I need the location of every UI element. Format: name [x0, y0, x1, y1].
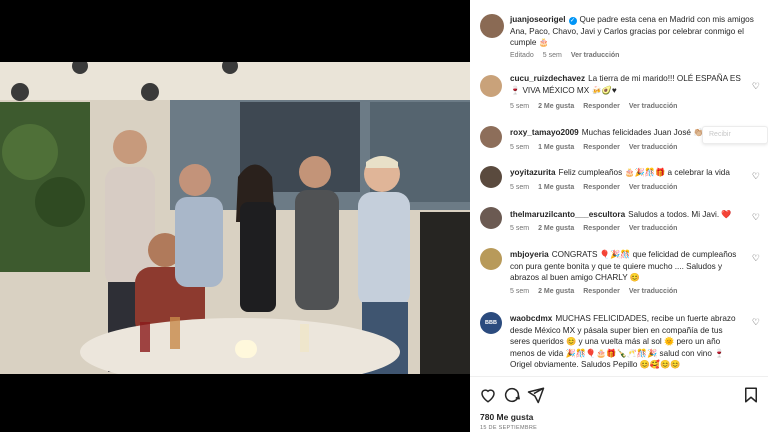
comment-icon[interactable] — [503, 386, 521, 404]
post-time: 5 sem — [542, 52, 562, 59]
post-actions-bar: 780 Me gusta 15 DE SEPTIEMBRE — [470, 376, 768, 432]
comment-time: 5 sem — [510, 184, 530, 191]
reply-button[interactable]: Responder — [583, 103, 620, 110]
avatar-logo-text: BBB — [485, 320, 497, 326]
comment-text: Feliz cumpleaños 🎂🎉🎊🎁 a celebrar la vida — [558, 168, 730, 177]
share-icon[interactable] — [527, 386, 545, 404]
likes-count[interactable]: 780 Me gusta — [480, 412, 533, 422]
comment-likes[interactable]: 2 Me gusta — [538, 225, 574, 232]
comments-scroll-area[interactable]: juanjoseorigel ✓ Que padre esta cena en Ma… — [470, 0, 768, 376]
comment-avatar[interactable] — [480, 166, 502, 188]
like-comment-icon[interactable]: ♡ — [752, 171, 760, 182]
comment-time: 5 sem — [510, 103, 530, 110]
like-comment-icon[interactable]: ♡ — [752, 212, 760, 223]
comment-avatar[interactable] — [480, 126, 502, 148]
verified-icon: ✓ — [568, 17, 577, 25]
comment-username[interactable]: yoyitazurita — [510, 168, 556, 177]
tooltip-popup: Recibir — [702, 126, 768, 144]
comment-username[interactable]: thelmaruzilcanto___escultora — [510, 210, 625, 219]
comment-likes[interactable]: 1 Me gusta — [538, 184, 574, 191]
reply-button[interactable]: Responder — [583, 144, 620, 151]
reply-button[interactable]: Responder — [583, 184, 620, 191]
comment-username[interactable]: waobcdmx — [510, 314, 552, 323]
comment-time: 5 sem — [510, 225, 530, 232]
comment-username[interactable]: roxy_tamayo2009 — [510, 128, 579, 137]
author-avatar[interactable] — [480, 14, 504, 38]
comment-time: 5 sem — [510, 288, 530, 295]
like-comment-icon[interactable]: ♡ — [752, 81, 760, 92]
post-date: 15 DE SEPTIEMBRE — [480, 425, 538, 431]
comment-likes[interactable]: 2 Me gusta — [538, 103, 574, 110]
like-comment-icon[interactable]: ♡ — [752, 253, 760, 264]
bookmark-icon[interactable] — [742, 386, 760, 404]
photo-pane — [0, 0, 470, 432]
see-translation-link[interactable]: Ver traducción — [629, 103, 678, 110]
comment-likes[interactable]: 2 Me gusta — [538, 288, 574, 295]
see-translation-link[interactable]: Ver traducción — [629, 144, 678, 151]
comment-username[interactable]: cucu_ruizdechavez — [510, 74, 585, 83]
reply-button[interactable]: Responder — [583, 288, 620, 295]
comments-panel: juanjoseorigel ✓ Que padre esta cena en Ma… — [470, 0, 768, 432]
comment-likes[interactable]: 1 Me gusta — [538, 144, 574, 151]
comment-time: 5 sem — [510, 144, 530, 151]
see-translation-link[interactable]: Ver traducción — [571, 52, 620, 59]
comment-text: Muchas felicidades Juan José 👏🏼👏🏼 — [581, 128, 714, 137]
like-comment-icon[interactable]: ♡ — [752, 317, 760, 328]
author-username[interactable]: juanjoseorigel — [510, 15, 566, 24]
comment-username[interactable]: mbjoyeria — [510, 250, 549, 259]
comment-avatar[interactable] — [480, 248, 502, 270]
see-translation-link[interactable]: Ver traducción — [629, 288, 678, 295]
heart-icon[interactable] — [479, 386, 497, 404]
post-photo[interactable] — [0, 62, 470, 374]
see-translation-link[interactable]: Ver traducción — [629, 225, 678, 232]
reply-button[interactable]: Responder — [583, 225, 620, 232]
comment-avatar[interactable] — [480, 207, 502, 229]
comment-text: Saludos a todos. Mi Javi. ❤️ — [628, 210, 732, 219]
comment-avatar[interactable] — [480, 75, 502, 97]
comment-avatar[interactable]: BBB — [480, 312, 502, 334]
edited-label: Editado — [510, 52, 534, 59]
see-translation-link[interactable]: Ver traducción — [629, 184, 678, 191]
